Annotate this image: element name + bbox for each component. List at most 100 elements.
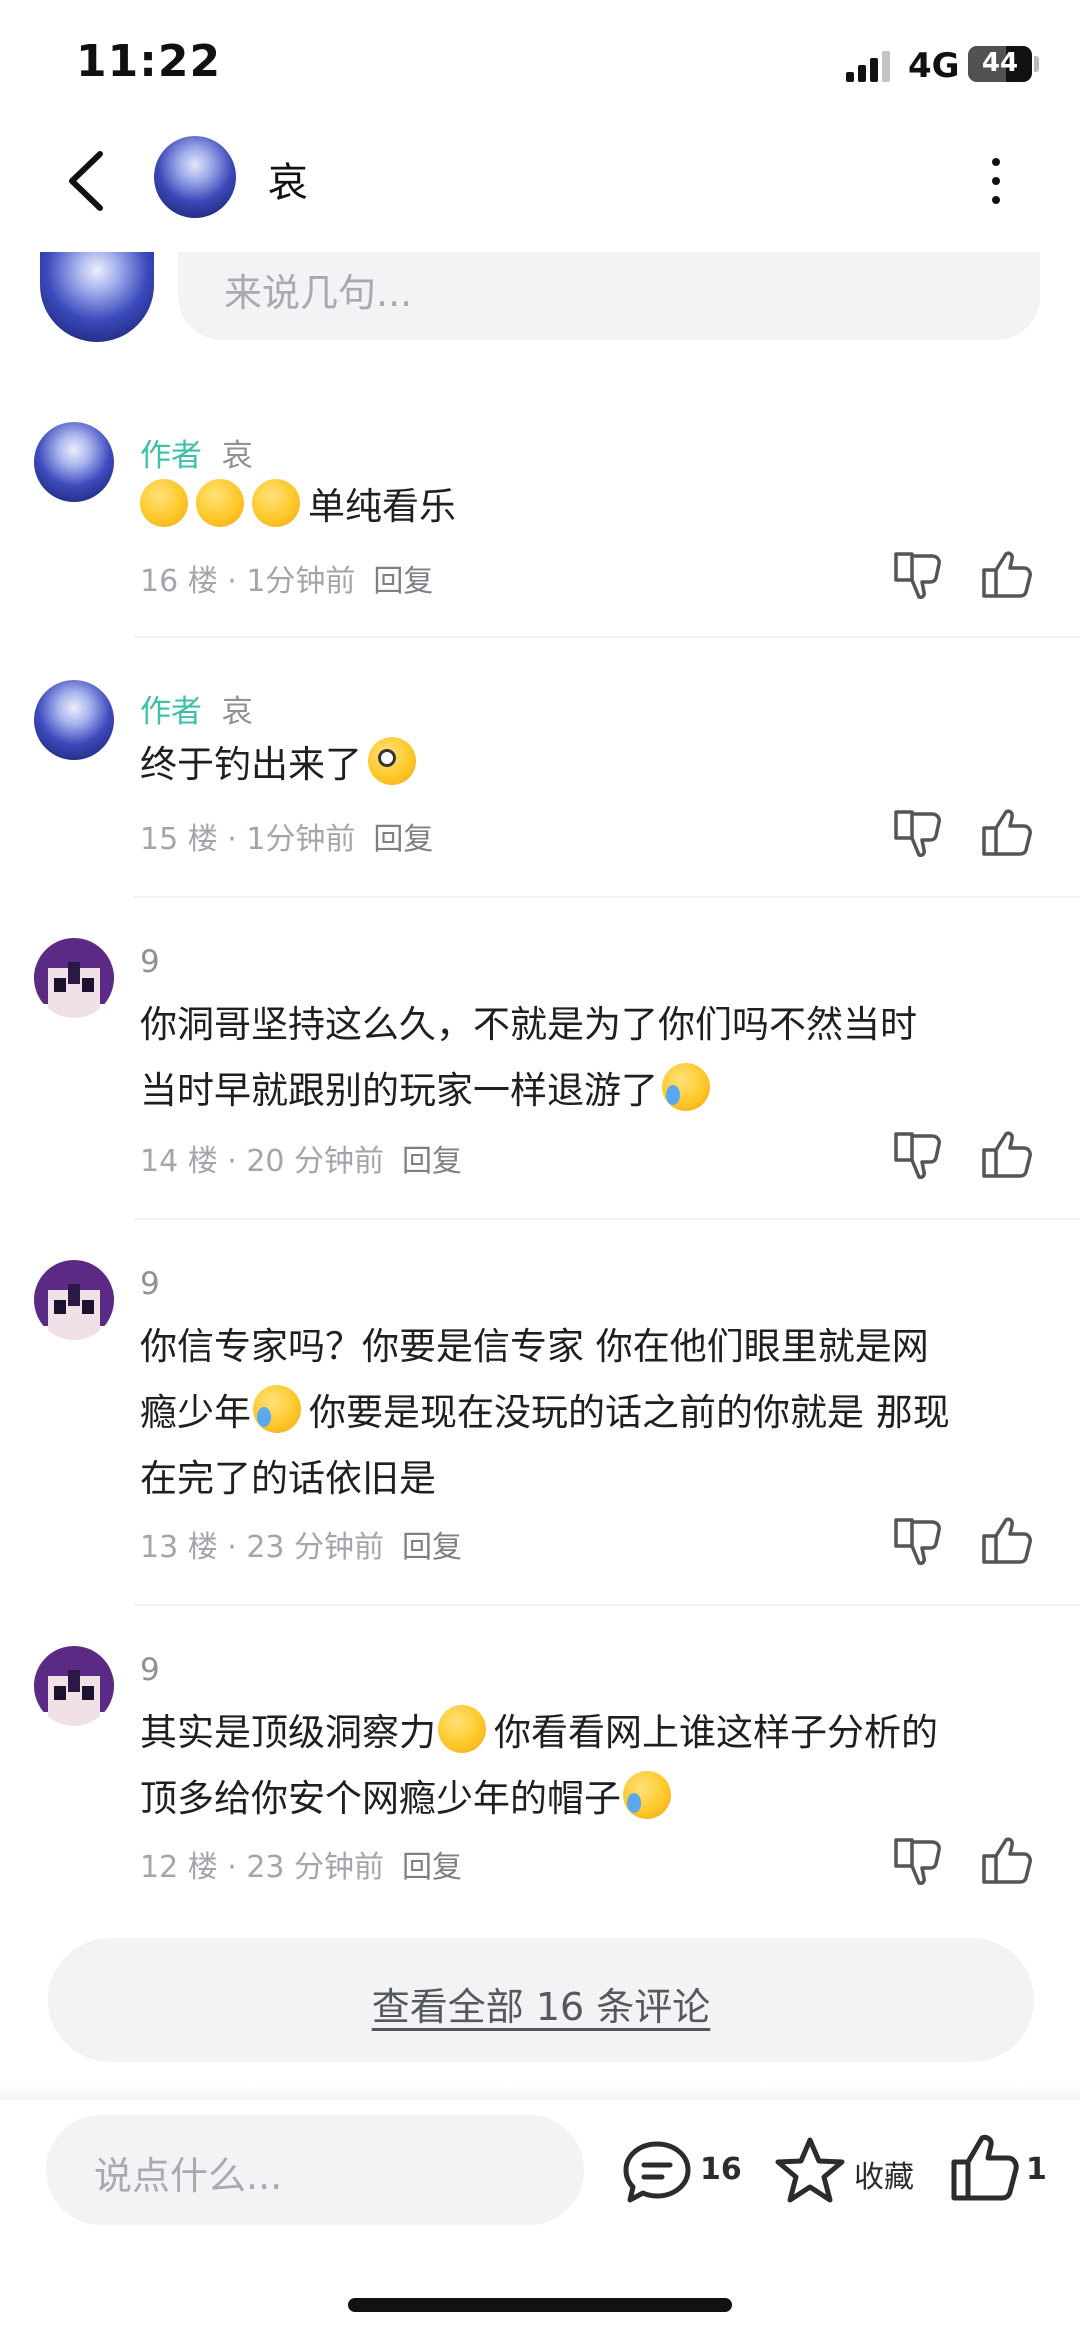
comment-meta: 9 xyxy=(140,1266,160,1302)
bottom-bar-shadow xyxy=(0,2086,1080,2100)
battery-level-text: 44 xyxy=(981,48,1019,78)
thumbs-up-icon[interactable] xyxy=(980,1130,1034,1180)
comment-text: 你洞哥坚持这么久，不就是为了你们吗不然当时 当时早就跟别的玩家一样退游了 xyxy=(140,992,1020,1124)
view-all-comments-button[interactable]: 查看全部 16 条评论 xyxy=(48,1938,1034,2062)
comment-text: 终于钓出来了 xyxy=(140,732,1020,798)
thumbs-up-icon[interactable] xyxy=(980,808,1034,858)
reply-button[interactable]: 回复 xyxy=(402,1850,462,1885)
divider xyxy=(134,1218,1080,1220)
battery-icon: 44 xyxy=(968,46,1032,82)
laughing-emoji-icon xyxy=(140,479,188,527)
thumbs-down-icon[interactable] xyxy=(892,1516,946,1566)
reply-button[interactable]: 回复 xyxy=(402,1144,462,1179)
comment-text-line: 当时早就跟别的玩家一样退游了 xyxy=(140,1069,658,1112)
comment-meta: 作者 哀 xyxy=(140,686,253,731)
crying-emoji-icon xyxy=(253,1385,301,1433)
comment-floor: 16 楼 xyxy=(140,564,218,599)
commenter-name[interactable]: 哀 xyxy=(222,438,253,474)
reply-button[interactable]: 回复 xyxy=(373,822,433,857)
comment-text-line: 你要是现在没玩的话之前的你就是 那现 xyxy=(309,1391,950,1434)
comment-item: 作者 哀 单纯看乐 16 楼 · 1分钟前 回复 xyxy=(0,422,1080,636)
commenter-avatar[interactable] xyxy=(34,680,114,760)
thumbs-down-icon[interactable] xyxy=(892,1836,946,1886)
comment-text-line: 你信专家吗？你要是信专家 你在他们眼里就是网 xyxy=(140,1325,929,1368)
comment-item: 9 其实是顶级洞察力 你看看网上谁这样子分析的 顶多给你安个网瘾少年的帽子 12 … xyxy=(0,1646,1080,1926)
comment-floor: 13 楼 xyxy=(140,1530,218,1565)
comment-item: 9 你信专家吗？你要是信专家 你在他们眼里就是网 瘾少年 你要是现在没玩的话之前的… xyxy=(0,1260,1080,1604)
bottom-input-placeholder: 说点什么... xyxy=(94,2154,283,2198)
commenter-avatar[interactable] xyxy=(34,1260,114,1340)
thumbs-up-icon[interactable] xyxy=(980,1516,1034,1566)
status-bar: 11:22 4G 44 xyxy=(0,0,1080,130)
commenter-avatar[interactable] xyxy=(34,938,114,1018)
commenter-name[interactable]: 9 xyxy=(140,1652,160,1688)
comment-floor: 15 楼 xyxy=(140,822,218,857)
comment-text-line: 顶多给你安个网瘾少年的帽子 xyxy=(140,1777,621,1820)
comment-info: 12 楼 · 23 分钟前 回复 xyxy=(140,1850,463,1885)
thumbs-down-icon[interactable] xyxy=(892,808,946,858)
comment-text-line: 在完了的话依旧是 xyxy=(140,1457,436,1500)
commenter-name[interactable]: 哀 xyxy=(222,694,253,730)
reply-button[interactable]: 回复 xyxy=(373,564,433,599)
comment-item: 9 你洞哥坚持这么久，不就是为了你们吗不然当时 当时早就跟别的玩家一样退游了 1… xyxy=(0,938,1080,1218)
comment-text-line: 其实是顶级洞察力 xyxy=(140,1711,436,1754)
star-icon[interactable] xyxy=(774,2136,846,2204)
comment-meta: 9 xyxy=(140,1652,160,1688)
commenter-name[interactable]: 9 xyxy=(140,1266,160,1302)
thumbs-up-icon[interactable] xyxy=(950,2134,1020,2202)
comment-count: 16 xyxy=(700,2152,742,2187)
top-nav: 哀 xyxy=(0,130,1080,240)
reply-button[interactable]: 回复 xyxy=(402,1530,462,1565)
page-title: 哀 xyxy=(268,160,308,206)
view-all-label: 查看全部 16 条评论 xyxy=(371,1985,711,2029)
divider xyxy=(134,636,1080,638)
laughing-emoji-icon xyxy=(252,479,300,527)
crying-emoji-icon xyxy=(662,1063,710,1111)
comment-text-line: 瘾少年 xyxy=(140,1391,251,1434)
home-indicator[interactable] xyxy=(348,2298,732,2312)
commenter-avatar[interactable] xyxy=(34,1646,114,1726)
comment-floor: 14 楼 xyxy=(140,1144,218,1179)
author-badge: 作者 xyxy=(140,694,202,730)
bottom-comment-input[interactable]: 说点什么... xyxy=(46,2115,584,2225)
commenter-name[interactable]: 9 xyxy=(140,944,160,980)
more-vertical-icon[interactable] xyxy=(984,154,1008,208)
network-type: 4G xyxy=(908,46,960,86)
collect-label[interactable]: 收藏 xyxy=(854,2152,914,2196)
signal-icon xyxy=(846,50,894,82)
comment-text-content: 终于钓出来了 xyxy=(140,743,362,786)
comment-time: 20 分钟前 xyxy=(246,1144,385,1179)
back-arrow-icon[interactable] xyxy=(62,148,110,214)
commenter-avatar[interactable] xyxy=(34,422,114,502)
comment-floor: 12 楼 xyxy=(140,1850,218,1885)
thumbs-down-icon[interactable] xyxy=(892,1130,946,1180)
like-count: 1 xyxy=(1026,2152,1047,2187)
thumbs-up-icon[interactable] xyxy=(980,1836,1034,1886)
thumbs-up-icon[interactable] xyxy=(980,550,1034,600)
comment-info: 14 楼 · 20 分钟前 回复 xyxy=(140,1144,463,1179)
comment-text-line: 你看看网上谁这样子分析的 xyxy=(494,1711,938,1754)
comment-info: 13 楼 · 23 分钟前 回复 xyxy=(140,1530,463,1565)
comment-text: 其实是顶级洞察力 你看看网上谁这样子分析的 顶多给你安个网瘾少年的帽子 xyxy=(140,1700,1020,1832)
silly-face-emoji-icon xyxy=(368,737,416,785)
comment-info: 16 楼 · 1分钟前 回复 xyxy=(140,564,434,599)
divider xyxy=(134,896,1080,898)
thumbs-down-icon[interactable] xyxy=(892,550,946,600)
comment-input[interactable]: 来说几句... xyxy=(178,252,1040,340)
comment-input-placeholder: 来说几句... xyxy=(224,271,413,315)
divider xyxy=(134,1604,1080,1606)
comment-time: 1分钟前 xyxy=(246,822,356,857)
comment-time: 1分钟前 xyxy=(246,564,356,599)
status-time: 11:22 xyxy=(76,36,222,87)
comment-text: 你信专家吗？你要是信专家 你在他们眼里就是网 瘾少年 你要是现在没玩的话之前的你就… xyxy=(140,1314,1020,1512)
author-avatar[interactable] xyxy=(154,136,236,218)
comment-info: 15 楼 · 1分钟前 回复 xyxy=(140,822,434,857)
comment-time: 23 分钟前 xyxy=(246,1530,385,1565)
comment-meta: 作者 哀 xyxy=(140,430,253,475)
laughing-emoji-icon xyxy=(196,479,244,527)
comment-item: 作者 哀 终于钓出来了 15 楼 · 1分钟前 回复 xyxy=(0,680,1080,894)
comment-text-line: 你洞哥坚持这么久，不就是为了你们吗不然当时 xyxy=(140,1003,917,1046)
battery-tip xyxy=(1034,56,1039,72)
comment-bubble-icon[interactable] xyxy=(622,2140,692,2204)
drooling-emoji-icon xyxy=(438,1705,486,1753)
